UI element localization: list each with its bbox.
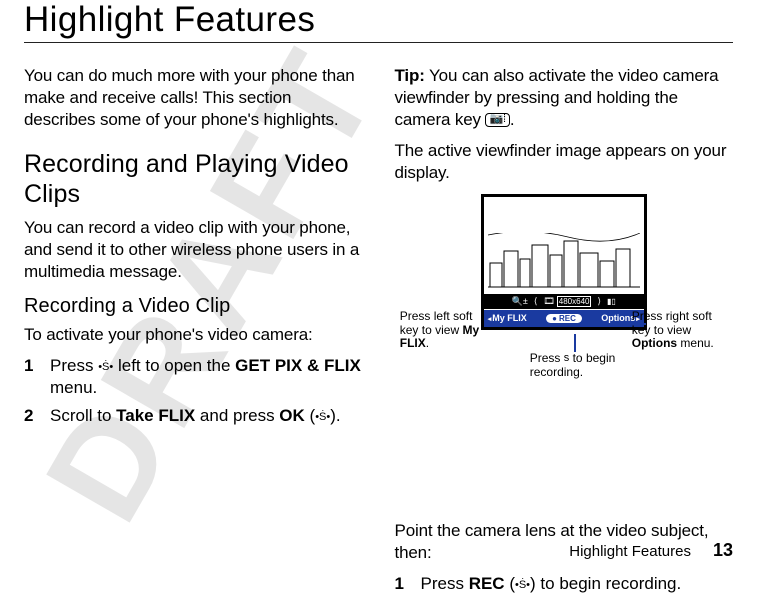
- soft-left-label: ◂My FLIX: [487, 313, 527, 323]
- text: left to open the: [113, 356, 235, 375]
- text: Press: [421, 574, 469, 593]
- text: ) to begin recording.: [530, 574, 681, 593]
- take-flix-label: Take FLIX: [116, 406, 195, 425]
- rec-label: REC: [469, 574, 505, 593]
- right-steps-list: 1 Press REC (•Ṡ•) to begin recording.: [395, 573, 734, 595]
- resolution-value: 480x640: [557, 296, 592, 307]
- film-icon: 🎞: [543, 296, 554, 306]
- connector-line: [574, 334, 576, 352]
- title-rule: [24, 42, 733, 43]
- step-text: Press REC (•Ṡ•) to begin recording.: [421, 573, 682, 595]
- text: .: [510, 110, 515, 129]
- text: menu.: [50, 378, 97, 397]
- text: You can also activate the video camera v…: [395, 66, 719, 129]
- menu-name-get-pix-flix: GET PIX & FLIX: [235, 356, 361, 375]
- step-number: 1: [395, 573, 407, 595]
- text: menu.: [677, 336, 714, 350]
- record-send-paragraph: You can record a video clip with your ph…: [24, 217, 363, 282]
- arrow-left-icon: ⟨: [534, 296, 538, 306]
- step-number: 2: [24, 405, 36, 427]
- text: Press right soft key to view: [632, 309, 712, 337]
- step-text: Press •Ṡ• left to open the GET PIX & FLI…: [50, 355, 363, 399]
- soft-key-bar: ◂My FLIX ● REC Options▸: [484, 310, 644, 327]
- text: and press: [195, 406, 279, 425]
- footer-title: Highlight Features: [569, 543, 691, 560]
- ok-label: OK: [279, 406, 305, 425]
- page: Highlight Features You can do much more …: [0, 0, 757, 567]
- section-heading-recording-playing: Recording and Playing Video Clips: [24, 150, 363, 209]
- viewfinder-diagram: 🔍± ⟨ 🎞 480x640 ⟩ ▮▯ ◂My FLIX ● REC Optio…: [400, 194, 728, 512]
- callout-left-softkey: Press left soft key to view My FLIX.: [400, 310, 488, 351]
- nav-key-icon: •Ṡ•: [98, 360, 113, 374]
- left-step-1: 1 Press •Ṡ• left to open the GET PIX & F…: [24, 355, 363, 399]
- page-number: 13: [713, 540, 733, 560]
- tip-paragraph: Tip: You can also activate the video cam…: [395, 65, 734, 130]
- viewfinder-paragraph: The active viewfinder image appears on y…: [395, 140, 734, 184]
- battery-time-icon: ▮▯: [607, 297, 616, 306]
- right-step-1: 1 Press REC (•Ṡ•) to begin recording.: [395, 573, 734, 595]
- step-text: Scroll to Take FLIX and press OK (•Ṡ•).: [50, 405, 341, 427]
- text: Press: [530, 351, 564, 365]
- cityscape-illustration: [488, 233, 640, 289]
- left-steps-list: 1 Press •Ṡ• left to open the GET PIX & F…: [24, 355, 363, 427]
- resolution-indicator: 🎞 480x640: [543, 296, 591, 307]
- step-number: 1: [24, 355, 36, 399]
- soft-center-rec-label: ● REC: [546, 314, 582, 323]
- page-footer: Highlight Features 13: [569, 540, 733, 561]
- callout-options: Options: [632, 336, 677, 350]
- two-column-body: You can do much more with your phone tha…: [24, 65, 733, 601]
- zoom-icon: 🔍±: [512, 296, 528, 306]
- subheading-recording-clip: Recording a Video Clip: [24, 295, 363, 318]
- text: (: [305, 406, 315, 425]
- status-bar: 🔍± ⟨ 🎞 480x640 ⟩ ▮▯: [484, 294, 644, 309]
- page-title: Highlight Features: [24, 0, 733, 40]
- text: (: [505, 574, 515, 593]
- text: ).: [330, 406, 340, 425]
- center-key-icon: •Ṡ•: [315, 410, 330, 424]
- center-key-icon: •Ṡ•: [515, 578, 530, 592]
- camera-key-icon: 📷⁞: [485, 113, 509, 127]
- arrow-right-icon: ⟩: [597, 296, 601, 306]
- text: .: [426, 336, 429, 350]
- callout-center-key: Press s to begin recording.: [530, 352, 650, 380]
- intro-paragraph: You can do much more with your phone tha…: [24, 65, 363, 130]
- text: Scroll to: [50, 406, 116, 425]
- phone-screen: 🔍± ⟨ 🎞 480x640 ⟩ ▮▯ ◂My FLIX ● REC Optio…: [481, 194, 647, 330]
- left-step-2: 2 Scroll to Take FLIX and press OK (•Ṡ•)…: [24, 405, 363, 427]
- text: Press: [50, 356, 98, 375]
- activate-camera-paragraph: To activate your phone's video camera:: [24, 324, 363, 346]
- tip-label: Tip:: [395, 66, 425, 85]
- callout-right-softkey: Press right soft key to view Options men…: [632, 310, 728, 351]
